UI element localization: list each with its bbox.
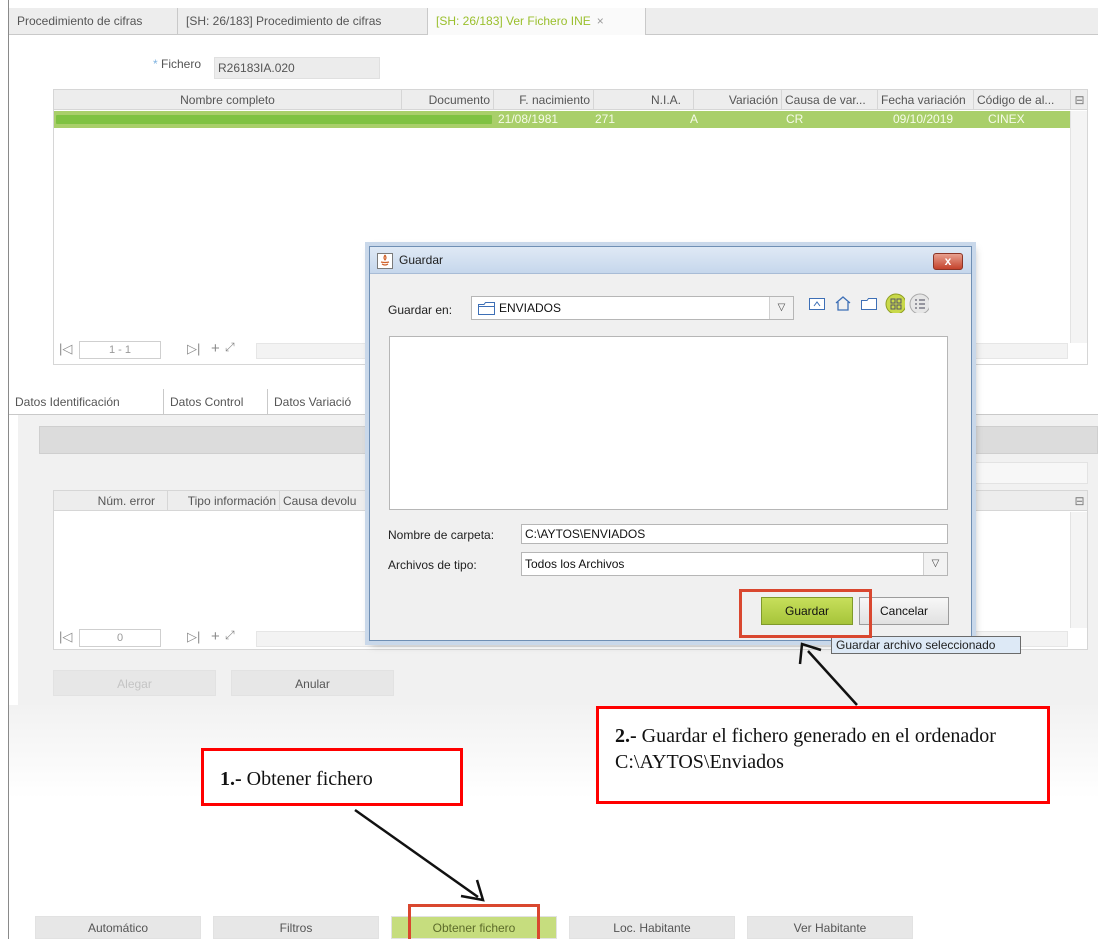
note-2-text: Guardar el fichero generado en el ordena… xyxy=(615,725,996,773)
annotation-note-2: 2.- Guardar el fichero generado en el or… xyxy=(596,706,1050,804)
note-2-number: 2.- xyxy=(615,725,637,747)
annotation-note-1: 1.- Obtener fichero xyxy=(201,748,463,806)
note-1-text: Obtener fichero xyxy=(241,768,373,790)
note-1-number: 1.- xyxy=(220,768,242,790)
